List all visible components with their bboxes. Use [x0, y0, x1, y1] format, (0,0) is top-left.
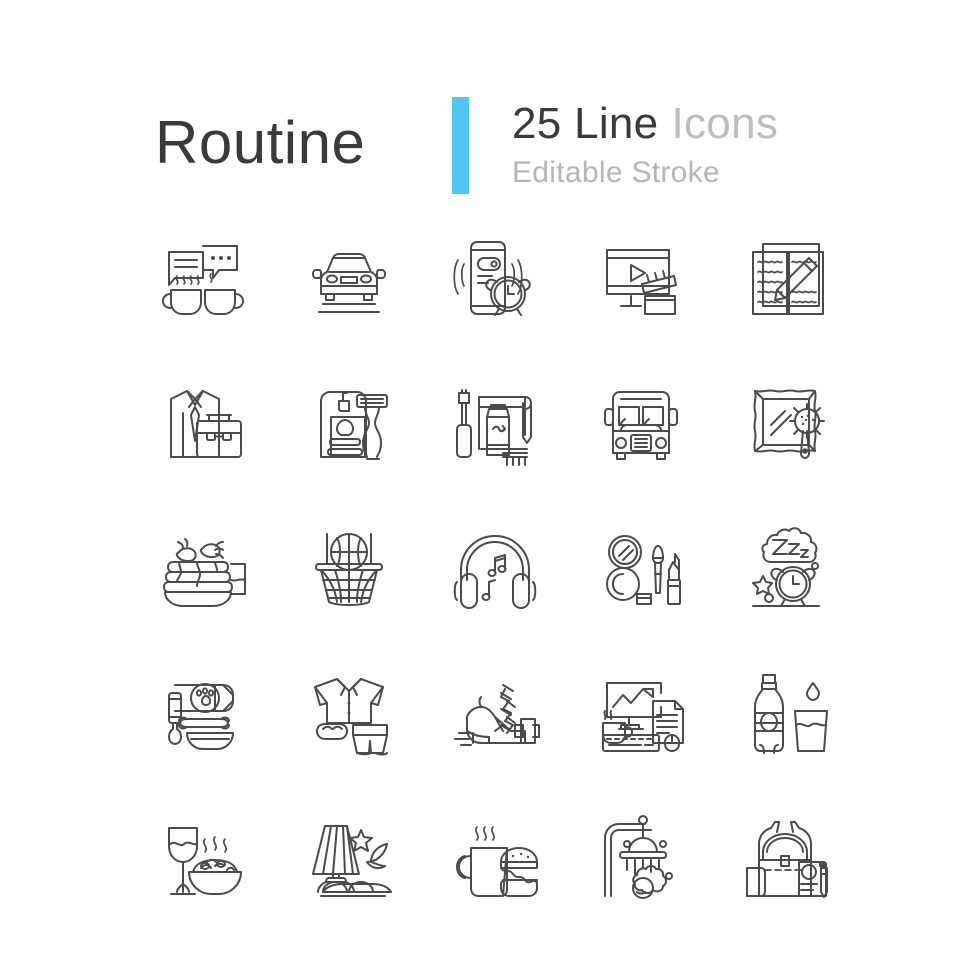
icon-cell-hair-brushing[interactable]: [714, 350, 860, 495]
icon-cell-bedtime-lamp[interactable]: [276, 785, 422, 930]
icon-grid: [130, 205, 860, 925]
icon-cell-drinking-water[interactable]: [714, 640, 860, 785]
basketball-hoop-icon: [315, 532, 383, 606]
makeup-icon: [606, 534, 681, 605]
icon-cell-car-commute[interactable]: [276, 205, 422, 350]
work-clothes-icon: [170, 389, 242, 458]
bedtime-lamp-icon: [312, 824, 392, 897]
icon-cell-sleep-alarm[interactable]: [714, 495, 860, 640]
shower-icon: [604, 814, 673, 899]
coffee-chat-icon: [162, 244, 244, 315]
drinking-water-icon: [754, 673, 828, 754]
icon-cell-sneaker-workout[interactable]: [422, 640, 568, 785]
page-title: Routine: [155, 108, 366, 176]
icons-word-label: Icons: [671, 99, 779, 148]
coffee-burger-icon: [456, 825, 538, 897]
icon-cell-coffee-burger[interactable]: [422, 785, 568, 930]
icon-cell-tooth-brushing[interactable]: [422, 350, 568, 495]
tooth-brushing-icon: [456, 388, 532, 466]
icon-cell-office-work[interactable]: [568, 640, 714, 785]
icon-cell-school-bus[interactable]: [568, 350, 714, 495]
icon-cell-shaving[interactable]: [276, 350, 422, 495]
office-work-icon: [602, 681, 684, 752]
icon-cell-breakfast-pancakes[interactable]: [130, 495, 276, 640]
icon-cell-makeup[interactable]: [568, 495, 714, 640]
backpack-school-icon: [746, 820, 828, 898]
pet-feeding-icon: [168, 682, 234, 750]
sleep-alarm-icon: [752, 526, 820, 607]
icon-cell-pet-feeding[interactable]: [130, 640, 276, 785]
pajamas-icon: [314, 677, 388, 755]
shaving-icon: [320, 390, 388, 460]
subtitle: Editable Stroke: [512, 156, 720, 189]
icon-cell-pajamas[interactable]: [276, 640, 422, 785]
phone-alarm-icon: [453, 240, 531, 316]
icon-cell-work-clothes[interactable]: [130, 350, 276, 495]
icon-cell-coffee-chat[interactable]: [130, 205, 276, 350]
icon-cell-backpack-school[interactable]: [714, 785, 860, 930]
dinner-wine-icon: [168, 826, 242, 895]
car-commute-icon: [312, 252, 386, 313]
breakfast-pancakes-icon: [163, 537, 246, 607]
icon-cell-watch-video[interactable]: [568, 205, 714, 350]
icon-cell-headphones-music[interactable]: [422, 495, 568, 640]
headphones-music-icon: [453, 534, 537, 609]
icon-cell-phone-alarm[interactable]: [422, 205, 568, 350]
sneaker-workout-icon: [454, 683, 540, 746]
icon-cell-dinner-wine[interactable]: [130, 785, 276, 930]
watch-video-icon: [606, 248, 677, 315]
icon-cell-journal-writing[interactable]: [714, 205, 860, 350]
icon-count-heading: 25 Line Icons: [512, 95, 778, 153]
hair-brushing-icon: [753, 388, 825, 459]
school-bus-icon: [604, 390, 678, 460]
icon-set-page: Routine 25 Line Icons Editable Stroke: [0, 0, 980, 980]
header: Routine 25 Line Icons Editable Stroke: [0, 0, 980, 200]
accent-divider: [452, 97, 469, 194]
icon-cell-basketball-hoop[interactable]: [276, 495, 422, 640]
icon-count-label: 25 Line: [512, 99, 659, 148]
icon-cell-shower[interactable]: [568, 785, 714, 930]
journal-writing-icon: [752, 242, 824, 315]
